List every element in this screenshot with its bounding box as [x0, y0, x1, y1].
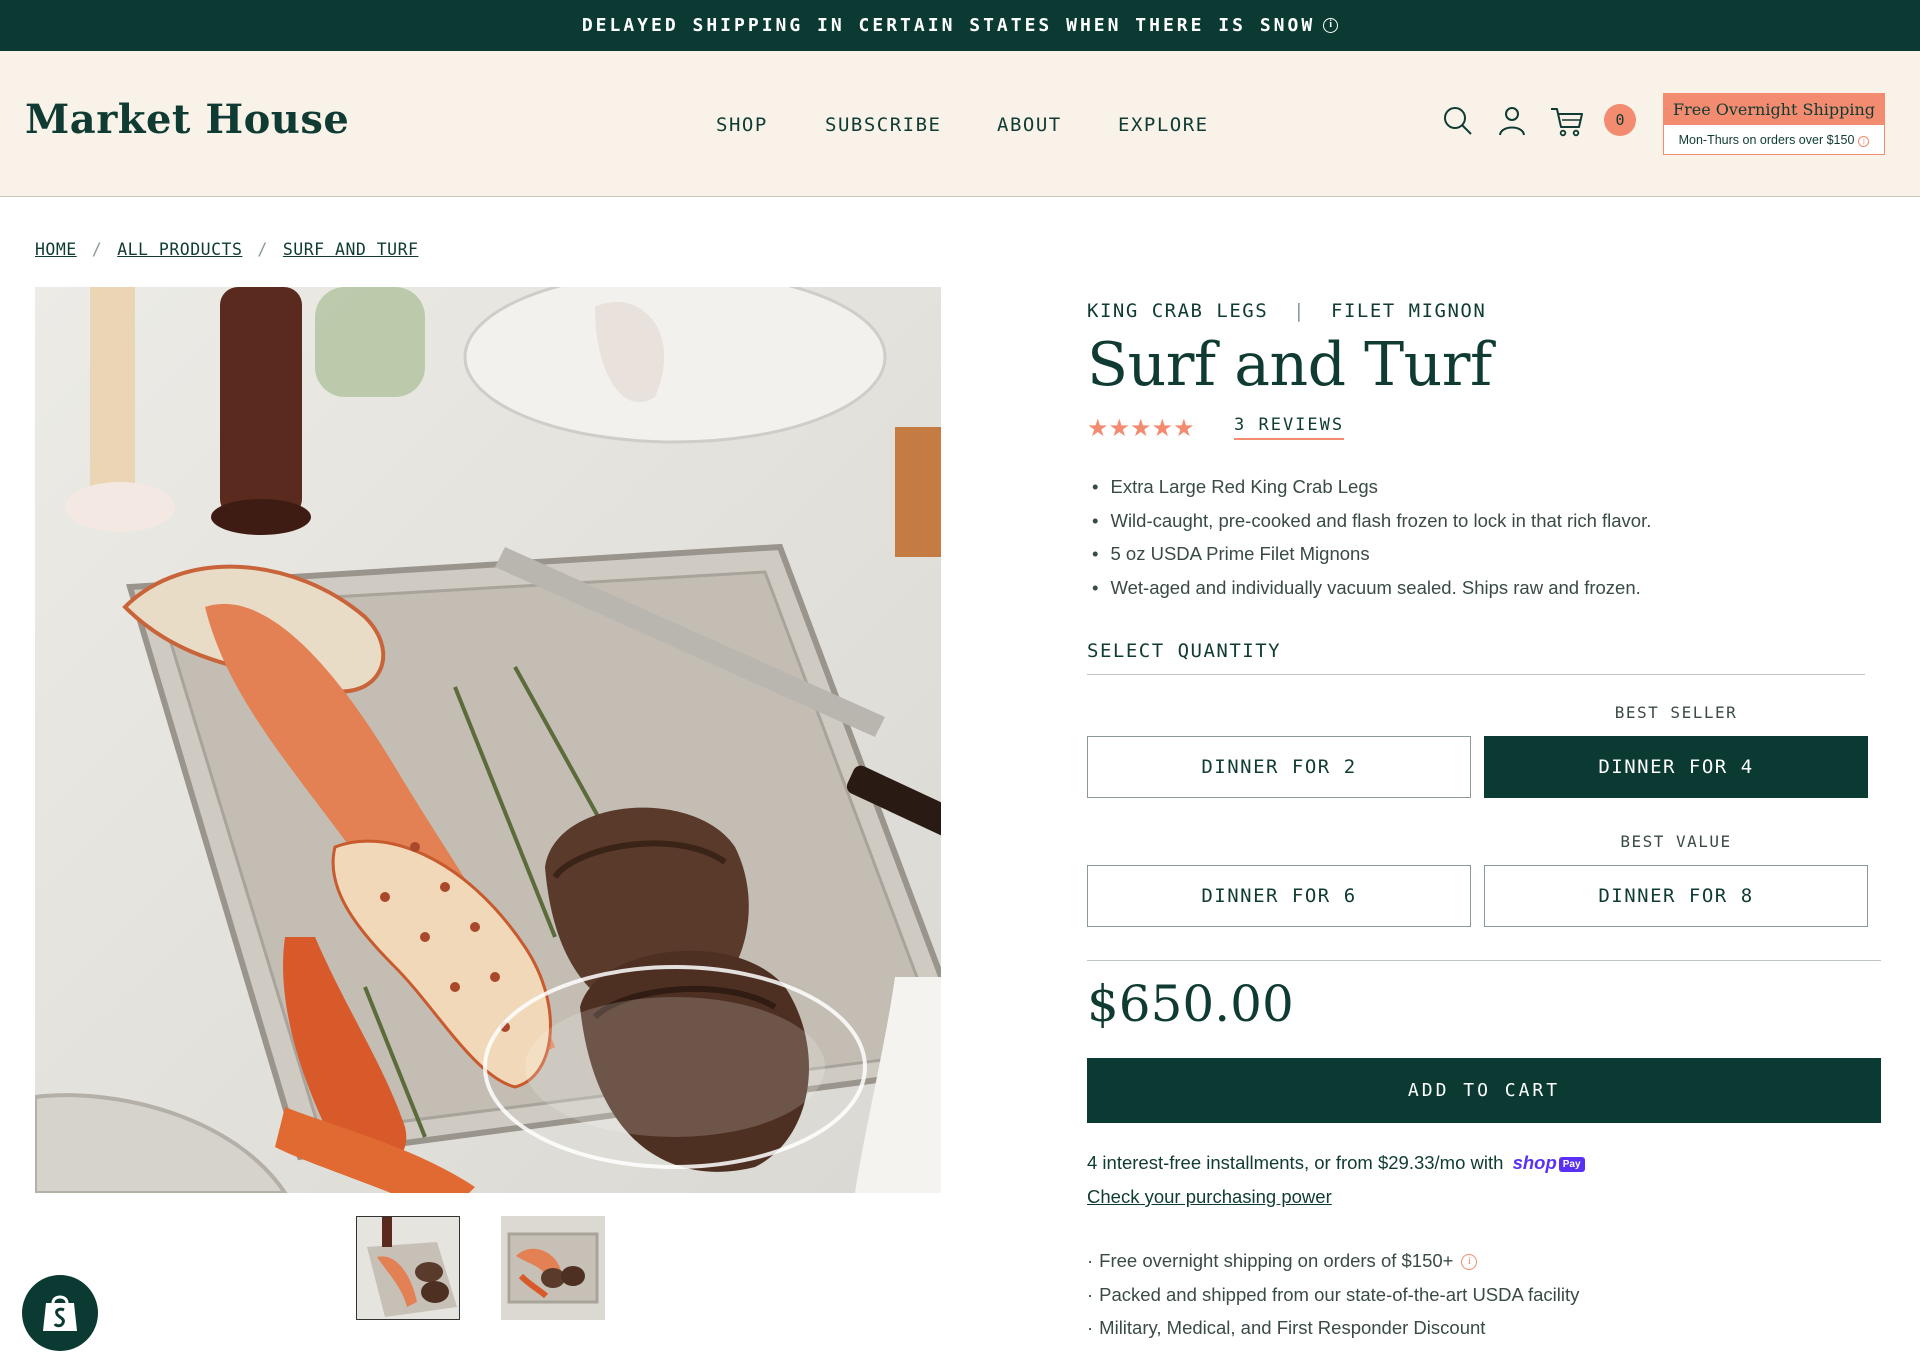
best-value-badge: BEST VALUE: [1620, 832, 1732, 851]
list-item: Free overnight shipping on orders of $15…: [1087, 1250, 1579, 1284]
breadcrumb-all-products[interactable]: ALL PRODUCTS: [117, 240, 242, 259]
breadcrumb: HOME / ALL PRODUCTS / SURF AND TURF: [35, 240, 419, 259]
shop-pay-logo: shop: [1512, 1152, 1557, 1173]
thumbnail-1[interactable]: [356, 1216, 460, 1320]
nav-item-about[interactable]: ABOUT: [997, 114, 1062, 136]
list-item: Wet-aged and individually vacuum sealed.…: [1092, 577, 1651, 611]
info-icon[interactable]: i: [1858, 136, 1870, 147]
info-icon[interactable]: i: [1461, 1254, 1478, 1270]
cart-count-badge[interactable]: 0: [1604, 104, 1636, 136]
kicker-filet: FILET MIGNON: [1331, 300, 1487, 322]
nav-item-explore[interactable]: EXPLORE: [1118, 114, 1209, 136]
shopping-bag-icon: [43, 1295, 77, 1331]
shipping-promo-title: Free Overnight Shipping: [1664, 94, 1884, 125]
option-dinner-for-4[interactable]: DINNER FOR 4: [1484, 736, 1868, 798]
perk-shipping: Free overnight shipping on orders of $15…: [1099, 1250, 1454, 1271]
divider: [1087, 674, 1865, 675]
shop-pay-badge: Pay: [1558, 1156, 1585, 1172]
installments-copy: 4 interest-free installments, or from $2…: [1087, 1152, 1504, 1173]
divider: [1087, 960, 1881, 961]
product-title: Surf and Turf: [1087, 330, 1492, 400]
nav-item-shop[interactable]: SHOP: [716, 114, 768, 136]
cart-icon[interactable]: [1549, 103, 1585, 139]
add-to-cart-button[interactable]: ADD TO CART: [1087, 1058, 1881, 1123]
select-quantity-label: SELECT QUANTITY: [1087, 640, 1282, 662]
thumbnail-2[interactable]: [501, 1216, 605, 1320]
perks-list: Free overnight shipping on orders of $15…: [1087, 1250, 1579, 1351]
kicker-separator: |: [1293, 300, 1307, 322]
product-bullets: Extra Large Red King Crab Legs Wild-caug…: [1092, 476, 1651, 610]
shipping-promo-subtitle: Mon-Thurs on orders over $150 i: [1664, 125, 1884, 155]
product-kicker: KING CRAB LEGS | FILET MIGNON: [1087, 300, 1486, 322]
list-item: 5 oz USDA Prime Filet Mignons: [1092, 543, 1651, 577]
site-logo[interactable]: Market House: [25, 96, 349, 143]
option-dinner-for-8[interactable]: DINNER FOR 8: [1484, 865, 1868, 927]
option-dinner-for-2[interactable]: DINNER FOR 2: [1087, 736, 1471, 798]
list-item: Wild-caught, pre-cooked and flash frozen…: [1092, 510, 1651, 544]
kicker-crab: KING CRAB LEGS: [1087, 300, 1269, 322]
installments-text: 4 interest-free installments, or from $2…: [1087, 1152, 1585, 1174]
announcement-text: DELAYED SHIPPING IN CERTAIN STATES WHEN …: [581, 15, 1316, 36]
site-header: Market House SHOP SUBSCRIBE ABOUT EXPLOR…: [0, 51, 1920, 197]
account-icon[interactable]: [1494, 103, 1530, 139]
list-item: Packed and shipped from our state-of-the…: [1087, 1284, 1579, 1318]
search-icon[interactable]: [1440, 103, 1476, 139]
breadcrumb-home[interactable]: HOME: [35, 240, 77, 259]
shipping-promo-subtitle-text: Mon-Thurs on orders over $150: [1678, 133, 1855, 147]
announcement-bar: DELAYED SHIPPING IN CERTAIN STATES WHEN …: [0, 0, 1920, 51]
best-seller-badge: BEST SELLER: [1614, 703, 1738, 722]
breadcrumb-current[interactable]: SURF AND TURF: [283, 240, 419, 259]
shipping-promo[interactable]: Free Overnight Shipping Mon-Thurs on ord…: [1663, 93, 1885, 155]
option-dinner-for-6[interactable]: DINNER FOR 6: [1087, 865, 1471, 927]
check-purchasing-power-link[interactable]: Check your purchasing power: [1087, 1186, 1332, 1208]
list-item: Military, Medical, and First Responder D…: [1087, 1317, 1579, 1351]
shopify-chat-button[interactable]: [22, 1275, 98, 1351]
info-icon[interactable]: i: [1323, 18, 1339, 33]
rating-stars-icon[interactable]: ★★★★★: [1087, 414, 1195, 443]
product-image[interactable]: [35, 287, 941, 1193]
nav-item-subscribe[interactable]: SUBSCRIBE: [825, 114, 941, 136]
reviews-link[interactable]: 3 REVIEWS: [1234, 415, 1345, 440]
product-price: $650.00: [1087, 975, 1294, 1033]
list-item: Extra Large Red King Crab Legs: [1092, 476, 1651, 510]
